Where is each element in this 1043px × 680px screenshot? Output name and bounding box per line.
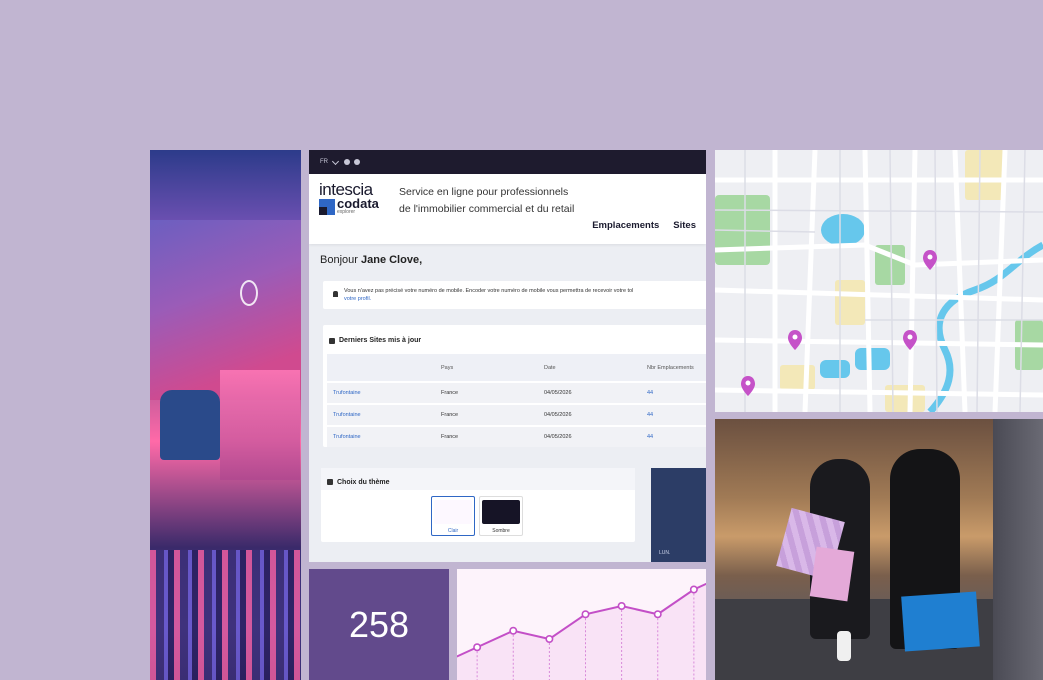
notice-text: Vous n'avez pas précisé votre numéro de … (344, 288, 634, 294)
calendar-panel: LUN. (651, 468, 706, 562)
chart-point (653, 610, 662, 619)
site-country: France (435, 427, 538, 447)
chart-point (545, 635, 554, 644)
theme-label-dark: Sombre (492, 528, 510, 534)
map-lake (820, 360, 850, 378)
column-header (327, 354, 435, 381)
theme-option-light[interactable]: Clair (431, 496, 475, 536)
palette-icon (327, 479, 333, 485)
column-header-pays[interactable]: Pays (435, 354, 538, 381)
photo-bag-pink (809, 546, 855, 602)
site-count-link[interactable]: 44 (641, 427, 706, 447)
latest-sites-title: Derniers Sites mis à jour (339, 337, 422, 344)
theme-swatch-light (434, 500, 472, 524)
theme-option-dark[interactable]: Sombre (479, 496, 523, 536)
app-window: FR intescia codata explorer Service en l… (309, 150, 706, 562)
storefront-reflection (150, 550, 301, 680)
calendar-day-label: LUN. (659, 550, 671, 556)
storefront-ceiling (150, 150, 301, 220)
chart-point (473, 643, 482, 652)
notice-profile-link[interactable]: votre profil. (344, 296, 371, 302)
site-count-link[interactable]: 44 (641, 383, 706, 403)
shoppers-photo (715, 419, 1043, 680)
storefront-tshirt (160, 390, 220, 460)
latest-sites-card: Derniers Sites mis à jour Pays Date Nbr … (323, 325, 706, 447)
greeting-name: Jane Clove, (360, 254, 423, 266)
table-row[interactable]: Trufontaine France 04/05/2026 44 (327, 383, 706, 403)
chart-point (617, 601, 626, 610)
app-header: intescia codata explorer Service en lign… (309, 174, 706, 244)
info-icon (333, 291, 338, 297)
column-header-emplacements[interactable]: Nbr Emplacements (641, 354, 706, 381)
theme-card: Choix du thème Clair Sombre (321, 468, 635, 542)
building-icon (329, 337, 335, 344)
table-row[interactable]: Trufontaine France 04/05/2026 44 (327, 405, 706, 425)
site-count-link[interactable]: 44 (641, 405, 706, 425)
street-map (715, 150, 1043, 412)
chart-point (509, 626, 518, 635)
sites-table: Pays Date Nbr Emplacements Trufontaine F… (327, 352, 706, 449)
site-name-link[interactable]: Trufontaine (327, 383, 435, 403)
storefront-logo (240, 280, 258, 306)
chart-point (581, 610, 590, 619)
map-lake (821, 214, 865, 246)
tagline-line2: de l'immobilier commercial et du retail (399, 203, 575, 215)
greeting: Bonjour Jane Clove, (320, 254, 422, 266)
site-date: 04/05/2026 (538, 383, 641, 403)
language-selector[interactable]: FR (320, 159, 328, 165)
greeting-prefix: Bonjour (320, 254, 358, 266)
site-country: France (435, 405, 538, 425)
site-name-link[interactable]: Trufontaine (327, 405, 435, 425)
line-chart-tile (457, 569, 706, 680)
storefront-photo (150, 150, 301, 680)
stat-value: 258 (348, 603, 410, 645)
tagline: Service en ligne pour professionnels de … (399, 184, 574, 218)
top-bar: FR (309, 150, 706, 174)
linkedin-icon[interactable] (354, 159, 360, 165)
brand-logo[interactable]: intescia codata explorer (319, 180, 379, 215)
line-chart (457, 582, 706, 680)
brand-codata: codata (337, 196, 379, 211)
main-nav: Emplacements Sites (592, 220, 696, 231)
map-tile (715, 150, 1043, 412)
nav-emplacements[interactable]: Emplacements (592, 220, 659, 231)
storefront-display (220, 370, 300, 480)
photo-bag-blue (901, 591, 980, 652)
column-header-date[interactable]: Date (538, 354, 641, 381)
table-row[interactable]: Trufontaine France 04/05/2026 44 (327, 427, 706, 447)
map-park (885, 385, 925, 412)
codata-logo-icon (319, 199, 335, 215)
tagline-line1: Service en ligne pour professionnels (399, 186, 569, 198)
site-country: France (435, 383, 538, 403)
photo-column (993, 419, 1043, 680)
site-date: 04/05/2026 (538, 427, 641, 447)
stat-tile: 258 (309, 569, 449, 680)
theme-label-light: Clair (447, 528, 459, 534)
chevron-down-icon[interactable] (331, 157, 340, 165)
globe-icon[interactable] (344, 159, 350, 165)
site-date: 04/05/2026 (538, 405, 641, 425)
mobile-notice: Vous n'avez pas précisé votre numéro de … (323, 281, 706, 309)
map-park (965, 150, 1005, 200)
site-name-link[interactable]: Trufontaine (327, 427, 435, 447)
map-lake (855, 348, 890, 370)
theme-swatch-dark (482, 500, 520, 524)
nav-sites[interactable]: Sites (673, 220, 696, 231)
theme-title: Choix du thème (337, 478, 390, 486)
chart-area (457, 583, 706, 680)
chart-point (689, 585, 698, 594)
photo-shoe (837, 631, 851, 661)
map-park (780, 365, 815, 390)
